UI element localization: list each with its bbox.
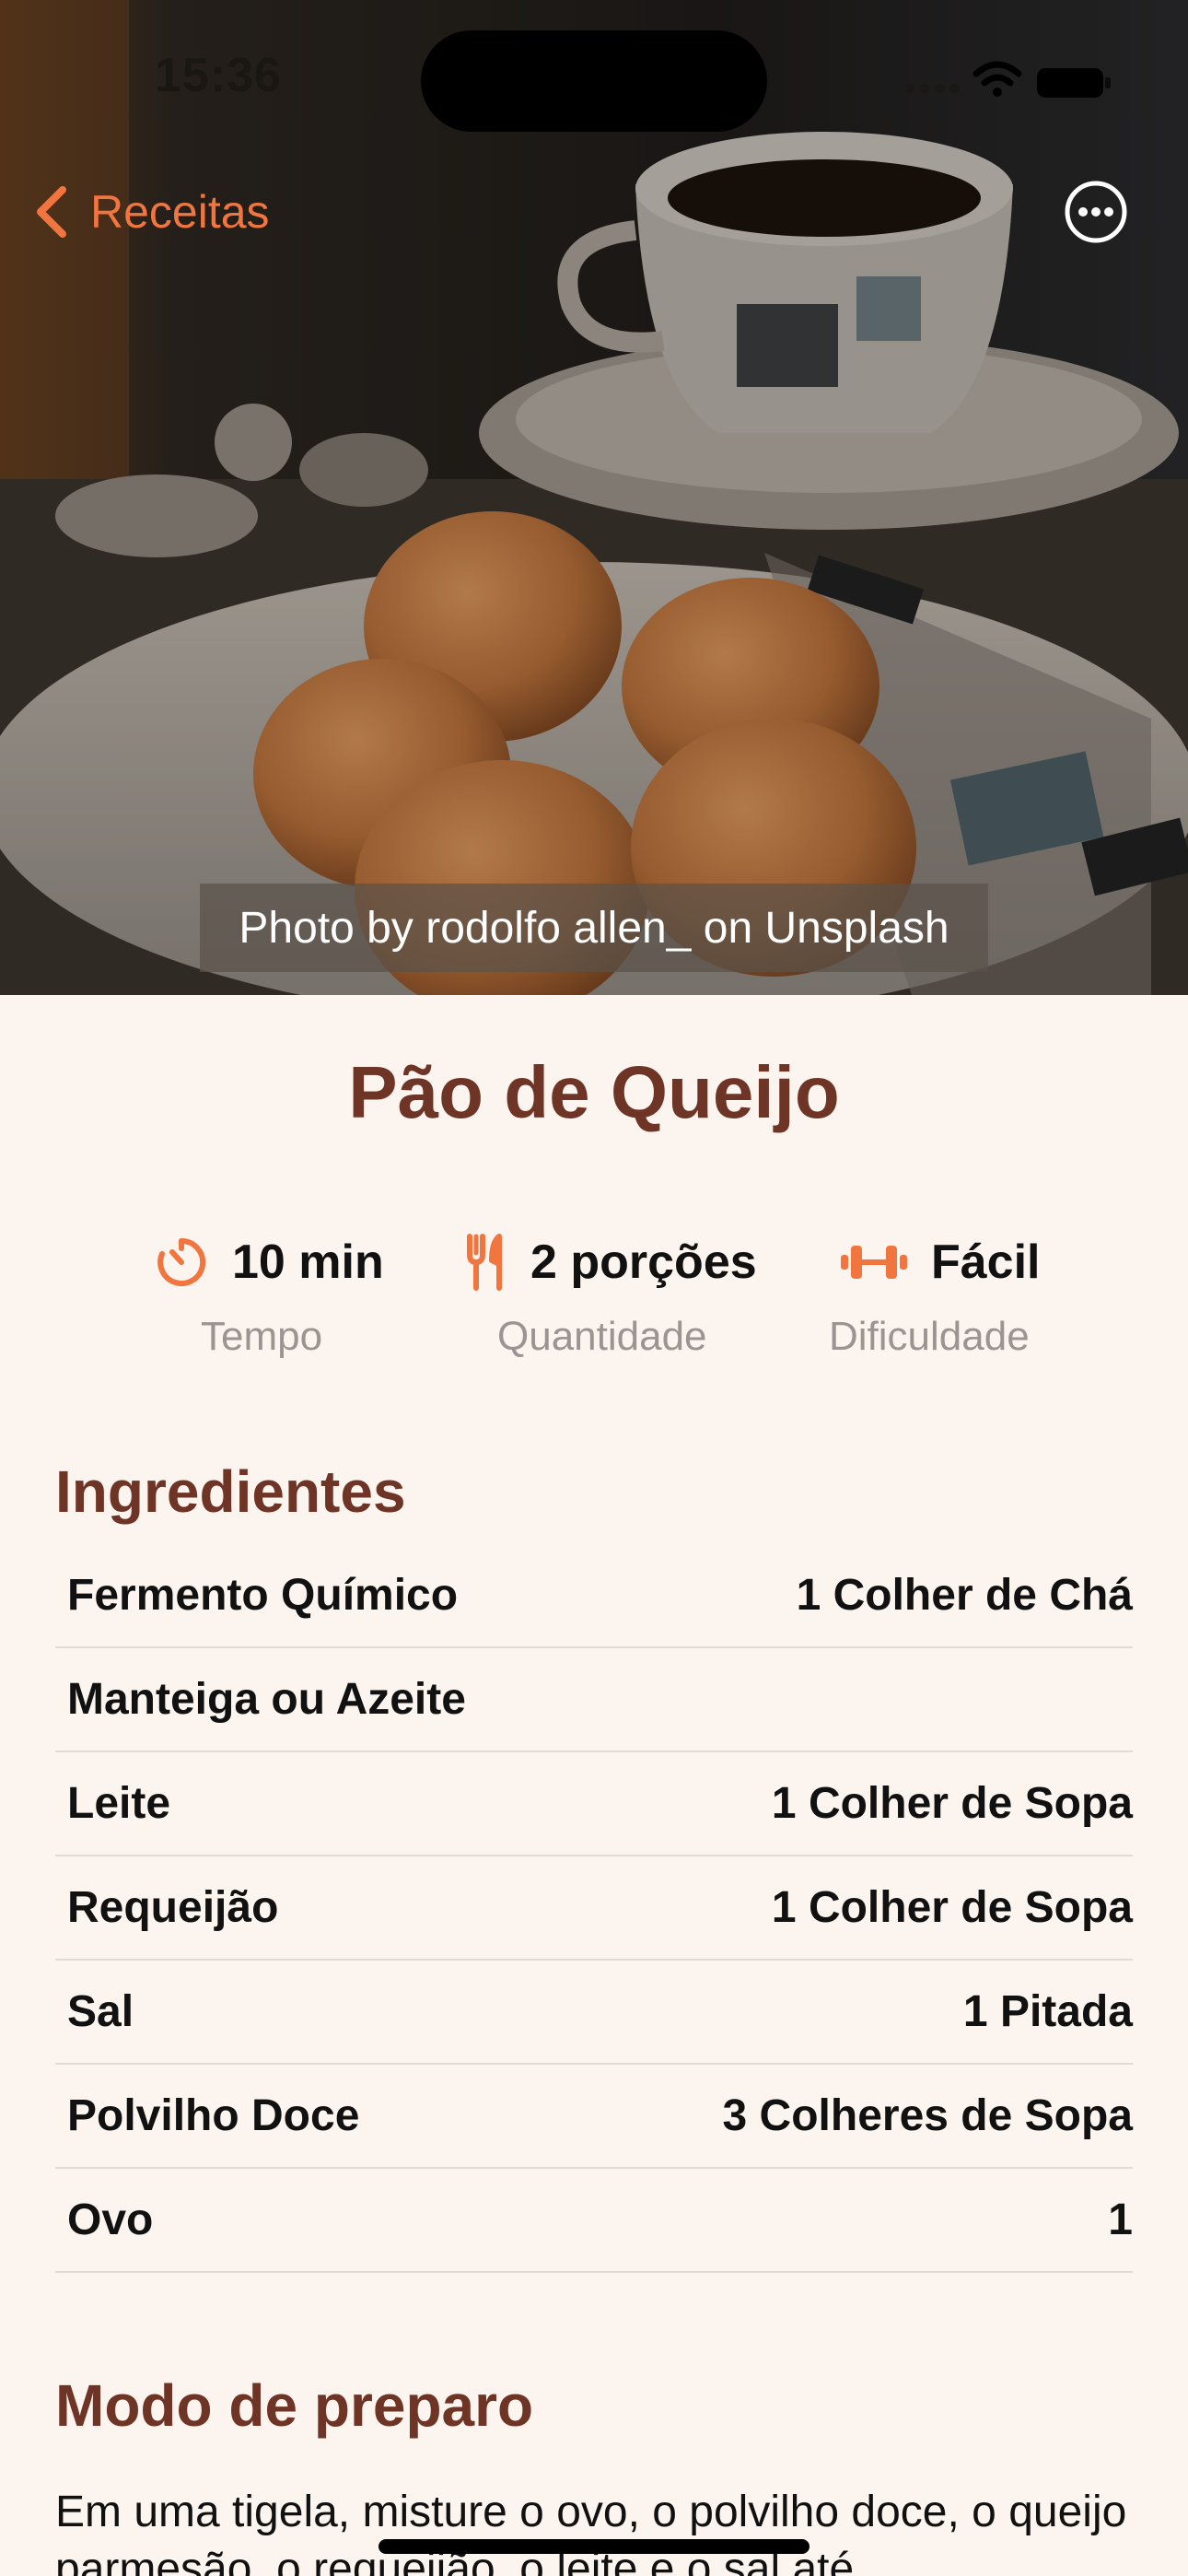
ingredient-row: Sal 1 Pitada [55, 1961, 1133, 2065]
recipe-stats: 10 min Tempo 2 porções Quantidade Fácil … [0, 1225, 1188, 1373]
ingredient-name: Requeijão [67, 1883, 279, 1932]
ingredient-row: Manteiga ou Azeite [55, 1648, 1133, 1752]
stat-difficulty: Fácil Dificuldade [829, 1225, 1080, 1373]
ingredient-name: Polvilho Doce [67, 2091, 360, 2140]
stat-time-label: Tempo [201, 1314, 323, 1359]
ingredient-name: Sal [67, 1987, 134, 2036]
timer-icon [157, 1237, 206, 1286]
recipe-title: Pão de Queijo [348, 1051, 840, 1133]
ingredient-name: Ovo [67, 2195, 154, 2244]
status-icons [905, 61, 1111, 98]
ingredient-quantity: 3 Colheres de Sopa [722, 2091, 1133, 2140]
stat-time: 10 min Tempo [155, 1225, 394, 1373]
back-button[interactable]: Receitas [33, 175, 270, 249]
home-indicator[interactable] [379, 2539, 809, 2554]
ingredient-quantity: 1 Colher de Chá [796, 1571, 1133, 1620]
preparation-text: Em uma tigela, misture o ovo, o polvilho… [55, 2488, 1127, 2576]
chevron-left-icon [37, 186, 66, 238]
ingredient-row: Requeijão 1 Colher de Sopa [55, 1856, 1133, 1961]
stat-difficulty-label: Dificuldade [829, 1314, 1030, 1359]
stat-servings-value: 2 porções [530, 1235, 757, 1289]
ingredient-quantity: 1 Pitada [962, 1987, 1133, 2036]
more-options-icon[interactable] [1063, 179, 1129, 245]
hero-photo: 15:36 Receitas Photo by rodolfo allen_ o… [0, 0, 1188, 995]
ingredients-list: Fermento Químico 1 Colher de Chá Manteig… [55, 1544, 1133, 2273]
ingredient-row: Ovo 1 [55, 2169, 1133, 2273]
navigation-bar: Receitas [0, 166, 1188, 258]
photo-credit: Photo by rodolfo allen_ on Unsplash [200, 884, 988, 972]
battery-icon [1037, 68, 1111, 98]
cellular-signal-icon [905, 84, 959, 93]
ingredient-quantity: 1 Colher de Sopa [771, 1883, 1133, 1932]
ingredients-title: Ingredientes [55, 1458, 406, 1525]
ingredient-row: Leite 1 Colher de Sopa [55, 1752, 1133, 1856]
ingredient-name: Fermento Químico [67, 1571, 459, 1620]
stat-servings-label: Quantidade [497, 1314, 707, 1359]
wifi-icon [973, 61, 1022, 97]
ingredient-quantity: 1 [1108, 2195, 1133, 2244]
dynamic-island [421, 30, 767, 132]
preparation-title: Modo de preparo [55, 2372, 534, 2439]
recipe-photo [0, 0, 1188, 995]
stat-difficulty-value: Fácil [931, 1235, 1041, 1289]
stat-servings: 2 porções Quantidade [466, 1225, 770, 1373]
fork-knife-icon [467, 1234, 502, 1291]
back-button-label: Receitas [90, 186, 270, 238]
ingredient-row: Polvilho Doce 3 Colheres de Sopa [55, 2065, 1133, 2169]
ingredient-quantity: 1 Colher de Sopa [771, 1779, 1133, 1828]
dumbbell-icon [841, 1246, 907, 1279]
status-bar: 15:36 [0, 0, 1188, 147]
ingredient-row: Fermento Químico 1 Colher de Chá [55, 1544, 1133, 1648]
ingredient-name: Manteiga ou Azeite [67, 1675, 466, 1724]
ingredient-name: Leite [67, 1779, 171, 1828]
stat-time-value: 10 min [232, 1235, 384, 1289]
status-time: 15:36 [155, 49, 282, 102]
